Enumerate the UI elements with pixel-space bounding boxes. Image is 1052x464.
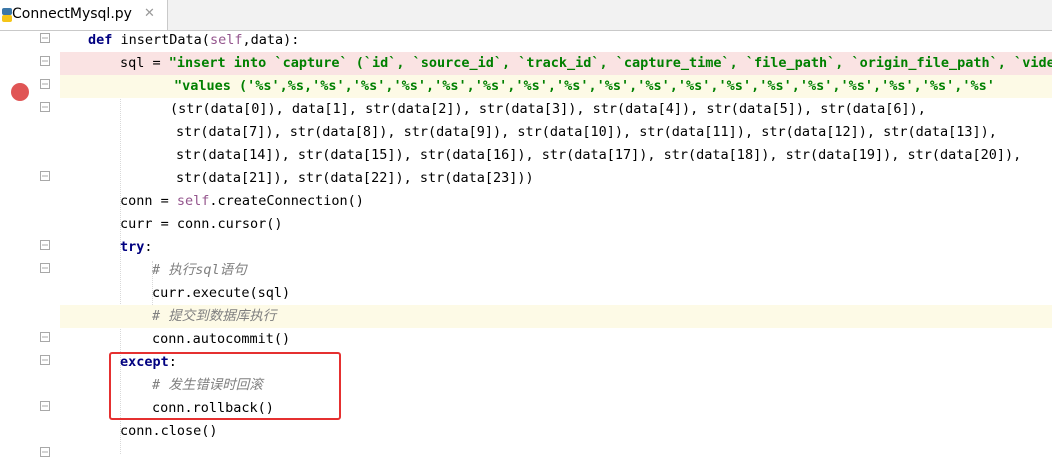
code-line-8[interactable]: conn = self.createConnection(): [60, 190, 1052, 213]
fold-marker-icon[interactable]: [40, 102, 50, 112]
comment-execute-sql: # 执行sql语句: [152, 262, 247, 278]
args-line: str(data[21]), str(data[22]), str(data[2…: [176, 170, 534, 186]
code-line-11[interactable]: # 执行sql语句: [60, 259, 1052, 282]
breakpoint-icon[interactable]: [11, 83, 29, 101]
editor-gutter[interactable]: [0, 31, 60, 464]
self-param: self: [209, 32, 243, 48]
code-line-12[interactable]: curr.execute(sql): [60, 282, 1052, 305]
tab-connectmysql[interactable]: ConnectMysql.py ✕: [0, 0, 168, 30]
args-line: str(data[7]), str(data[8]), str(data[9])…: [176, 124, 997, 140]
fold-marker-icon[interactable]: [40, 447, 50, 457]
annotation-box: [109, 352, 341, 420]
conn-assign: conn =: [120, 193, 177, 209]
keyword-def: def: [88, 32, 113, 48]
args-line: str(data[14]), str(data[15]), str(data[1…: [176, 147, 1022, 163]
code-line-13[interactable]: # 提交到数据库执行: [60, 305, 1052, 328]
code-line-4[interactable]: (str(data[0]), data[1], str(data[2]), st…: [60, 98, 1052, 121]
fold-marker-icon[interactable]: [40, 79, 50, 89]
code-line-2[interactable]: sql = "insert into `capture` (`id`, `sou…: [60, 52, 1052, 75]
code-line-6[interactable]: str(data[14]), str(data[15]), str(data[1…: [60, 144, 1052, 167]
execute-call: curr.execute(sql): [152, 285, 291, 301]
fold-marker-icon[interactable]: [40, 171, 50, 181]
params: ,data):: [242, 32, 300, 48]
args-line: (str(data[0]), data[1], str(data[2]), st…: [170, 101, 926, 117]
tab-label: ConnectMysql.py: [12, 6, 132, 22]
code-line-1[interactable]: def insertData(self,data):: [60, 31, 1052, 52]
sql-string: "insert into `capture` (`id`, `source_id…: [168, 55, 1052, 71]
fold-marker-icon[interactable]: [40, 56, 50, 66]
cursor-assign: curr = conn.cursor(): [120, 216, 283, 232]
fold-marker-icon[interactable]: [40, 332, 50, 342]
code-line-5[interactable]: str(data[7]), str(data[8]), str(data[9])…: [60, 121, 1052, 144]
fold-marker-icon[interactable]: [40, 355, 50, 365]
sql-assign: sql =: [120, 55, 169, 71]
code-line-3[interactable]: "values ('%s',%s,'%s','%s','%s','%s','%s…: [60, 75, 1052, 98]
code-line-7[interactable]: str(data[21]), str(data[22]), str(data[2…: [60, 167, 1052, 190]
autocommit-call: conn.autocommit(): [152, 331, 291, 347]
create-connection-call: .createConnection(): [209, 193, 364, 209]
code-line-14[interactable]: conn.autocommit(): [60, 328, 1052, 351]
code-line-9[interactable]: curr = conn.cursor(): [60, 213, 1052, 236]
comment-commit: # 提交到数据库执行: [152, 308, 277, 324]
fold-marker-icon[interactable]: [40, 263, 50, 273]
values-string: "values ('%s',%s,'%s','%s','%s','%s','%s…: [174, 78, 995, 94]
fold-marker-icon[interactable]: [40, 33, 50, 43]
function-name: insertData(: [112, 32, 210, 48]
fold-marker-icon[interactable]: [40, 401, 50, 411]
python-file-icon: [2, 8, 12, 22]
fold-marker-icon[interactable]: [40, 240, 50, 250]
colon: :: [144, 239, 153, 255]
self-ref: self: [176, 193, 210, 209]
code-line-18[interactable]: conn.close(): [60, 420, 1052, 443]
code-line-10[interactable]: try:: [60, 236, 1052, 259]
keyword-try: try: [120, 239, 145, 255]
close-icon[interactable]: ✕: [144, 6, 155, 21]
editor-tab-bar: ConnectMysql.py ✕: [0, 0, 1052, 31]
close-call: conn.close(): [120, 423, 218, 439]
